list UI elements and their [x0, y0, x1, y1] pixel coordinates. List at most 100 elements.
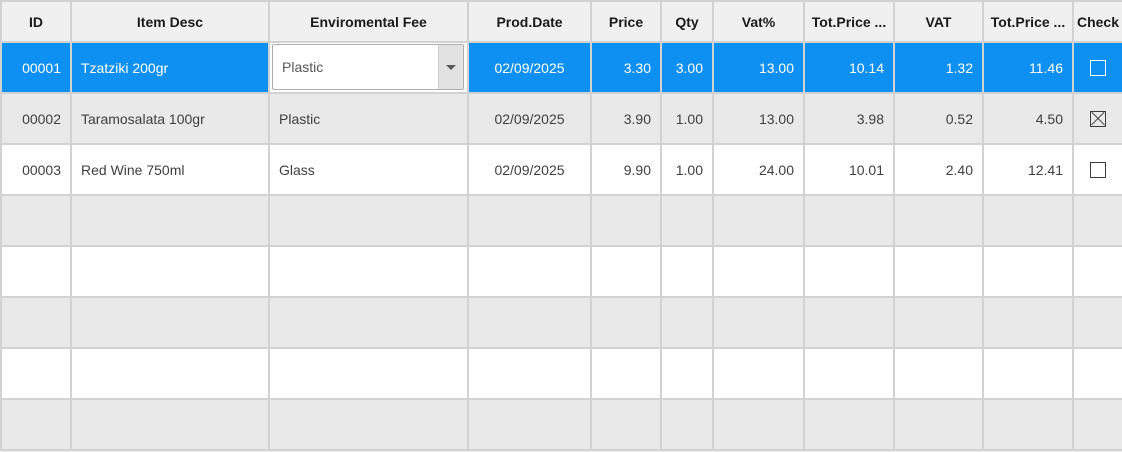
checkbox-unchecked-icon[interactable] [1090, 161, 1106, 178]
column-header-vat[interactable]: VAT [895, 2, 984, 43]
cell-tot_price_incl[interactable]: 11.46 [984, 43, 1074, 94]
cell-env_fee[interactable]: Plastic [270, 43, 469, 94]
cell-check[interactable] [1074, 349, 1122, 400]
cell-env_fee[interactable]: Glass [270, 145, 469, 196]
cell-item_desc[interactable] [72, 247, 270, 298]
cell-qty[interactable]: 1.00 [662, 145, 714, 196]
cell-prod_date[interactable]: 02/09/2025 [469, 145, 592, 196]
cell-price[interactable] [592, 247, 662, 298]
cell-env_fee[interactable]: Plastic [270, 94, 469, 145]
cell-tot_price_excl[interactable] [805, 400, 895, 451]
cell-id[interactable] [2, 349, 72, 400]
cell-vat_pct[interactable] [714, 247, 805, 298]
cell-item_desc[interactable]: Taramosalata 100gr [72, 94, 270, 145]
column-header-item_desc[interactable]: Item Desc [72, 2, 270, 43]
cell-price[interactable]: 9.90 [592, 145, 662, 196]
cell-price[interactable] [592, 298, 662, 349]
cell-item_desc[interactable] [72, 196, 270, 247]
cell-check[interactable] [1074, 43, 1122, 94]
cell-vat[interactable]: 0.52 [895, 94, 984, 145]
cell-tot_price_excl[interactable] [805, 349, 895, 400]
cell-id[interactable]: 00002 [2, 94, 72, 145]
cell-vat[interactable] [895, 400, 984, 451]
cell-env_fee[interactable] [270, 349, 469, 400]
cell-tot_price_excl[interactable] [805, 247, 895, 298]
cell-check[interactable] [1074, 196, 1122, 247]
cell-check[interactable] [1074, 94, 1122, 145]
cell-qty[interactable]: 1.00 [662, 94, 714, 145]
cell-vat[interactable] [895, 349, 984, 400]
cell-tot_price_excl[interactable] [805, 196, 895, 247]
column-header-tot_price_incl[interactable]: Tot.Price ... [984, 2, 1074, 43]
cell-item_desc[interactable] [72, 400, 270, 451]
cell-price[interactable]: 3.90 [592, 94, 662, 145]
cell-check[interactable] [1074, 145, 1122, 196]
checkbox-checked-icon[interactable] [1090, 110, 1106, 127]
cell-qty[interactable] [662, 196, 714, 247]
cell-prod_date[interactable] [469, 400, 592, 451]
cell-price[interactable] [592, 196, 662, 247]
cell-tot_price_excl[interactable]: 3.98 [805, 94, 895, 145]
cell-env_fee[interactable] [270, 196, 469, 247]
cell-env_fee[interactable] [270, 247, 469, 298]
cell-vat[interactable] [895, 196, 984, 247]
cell-id[interactable] [2, 196, 72, 247]
cell-vat_pct[interactable]: 24.00 [714, 145, 805, 196]
column-header-check[interactable]: Check [1074, 2, 1122, 43]
cell-tot_price_incl[interactable] [984, 247, 1074, 298]
cell-price[interactable]: 3.30 [592, 43, 662, 94]
cell-qty[interactable] [662, 349, 714, 400]
cell-prod_date[interactable] [469, 247, 592, 298]
cell-item_desc[interactable] [72, 298, 270, 349]
cell-vat[interactable]: 1.32 [895, 43, 984, 94]
cell-vat_pct[interactable] [714, 349, 805, 400]
cell-vat[interactable]: 2.40 [895, 145, 984, 196]
cell-tot_price_incl[interactable] [984, 298, 1074, 349]
env-fee-combobox[interactable]: Plastic [272, 44, 464, 90]
cell-vat[interactable] [895, 247, 984, 298]
cell-vat_pct[interactable] [714, 196, 805, 247]
column-header-qty[interactable]: Qty [662, 2, 714, 43]
cell-qty[interactable] [662, 400, 714, 451]
column-header-tot_price_excl[interactable]: Tot.Price ... [805, 2, 895, 43]
cell-item_desc[interactable] [72, 349, 270, 400]
cell-vat_pct[interactable]: 13.00 [714, 94, 805, 145]
cell-env_fee[interactable] [270, 400, 469, 451]
cell-check[interactable] [1074, 298, 1122, 349]
column-header-vat_pct[interactable]: Vat% [714, 2, 805, 43]
cell-tot_price_incl[interactable] [984, 400, 1074, 451]
column-header-id[interactable]: ID [2, 2, 72, 43]
cell-qty[interactable] [662, 247, 714, 298]
cell-tot_price_incl[interactable] [984, 349, 1074, 400]
cell-id[interactable] [2, 400, 72, 451]
cell-tot_price_excl[interactable]: 10.14 [805, 43, 895, 94]
cell-tot_price_excl[interactable]: 10.01 [805, 145, 895, 196]
cell-item_desc[interactable]: Red Wine 750ml [72, 145, 270, 196]
env-fee-dropdown-button[interactable] [438, 45, 463, 89]
cell-env_fee[interactable] [270, 298, 469, 349]
cell-prod_date[interactable] [469, 349, 592, 400]
checkbox-unchecked-icon[interactable] [1090, 59, 1106, 76]
cell-check[interactable] [1074, 247, 1122, 298]
cell-item_desc[interactable]: Tzatziki 200gr [72, 43, 270, 94]
cell-prod_date[interactable]: 02/09/2025 [469, 94, 592, 145]
cell-qty[interactable]: 3.00 [662, 43, 714, 94]
cell-id[interactable]: 00003 [2, 145, 72, 196]
cell-id[interactable]: 00001 [2, 43, 72, 94]
cell-tot_price_excl[interactable] [805, 298, 895, 349]
cell-vat_pct[interactable] [714, 298, 805, 349]
cell-price[interactable] [592, 400, 662, 451]
cell-vat[interactable] [895, 298, 984, 349]
cell-tot_price_incl[interactable] [984, 196, 1074, 247]
cell-prod_date[interactable]: 02/09/2025 [469, 43, 592, 94]
cell-id[interactable] [2, 298, 72, 349]
cell-check[interactable] [1074, 400, 1122, 451]
cell-prod_date[interactable] [469, 298, 592, 349]
cell-vat_pct[interactable] [714, 400, 805, 451]
column-header-prod_date[interactable]: Prod.Date [469, 2, 592, 43]
column-header-price[interactable]: Price [592, 2, 662, 43]
cell-tot_price_incl[interactable]: 12.41 [984, 145, 1074, 196]
cell-vat_pct[interactable]: 13.00 [714, 43, 805, 94]
cell-price[interactable] [592, 349, 662, 400]
cell-qty[interactable] [662, 298, 714, 349]
